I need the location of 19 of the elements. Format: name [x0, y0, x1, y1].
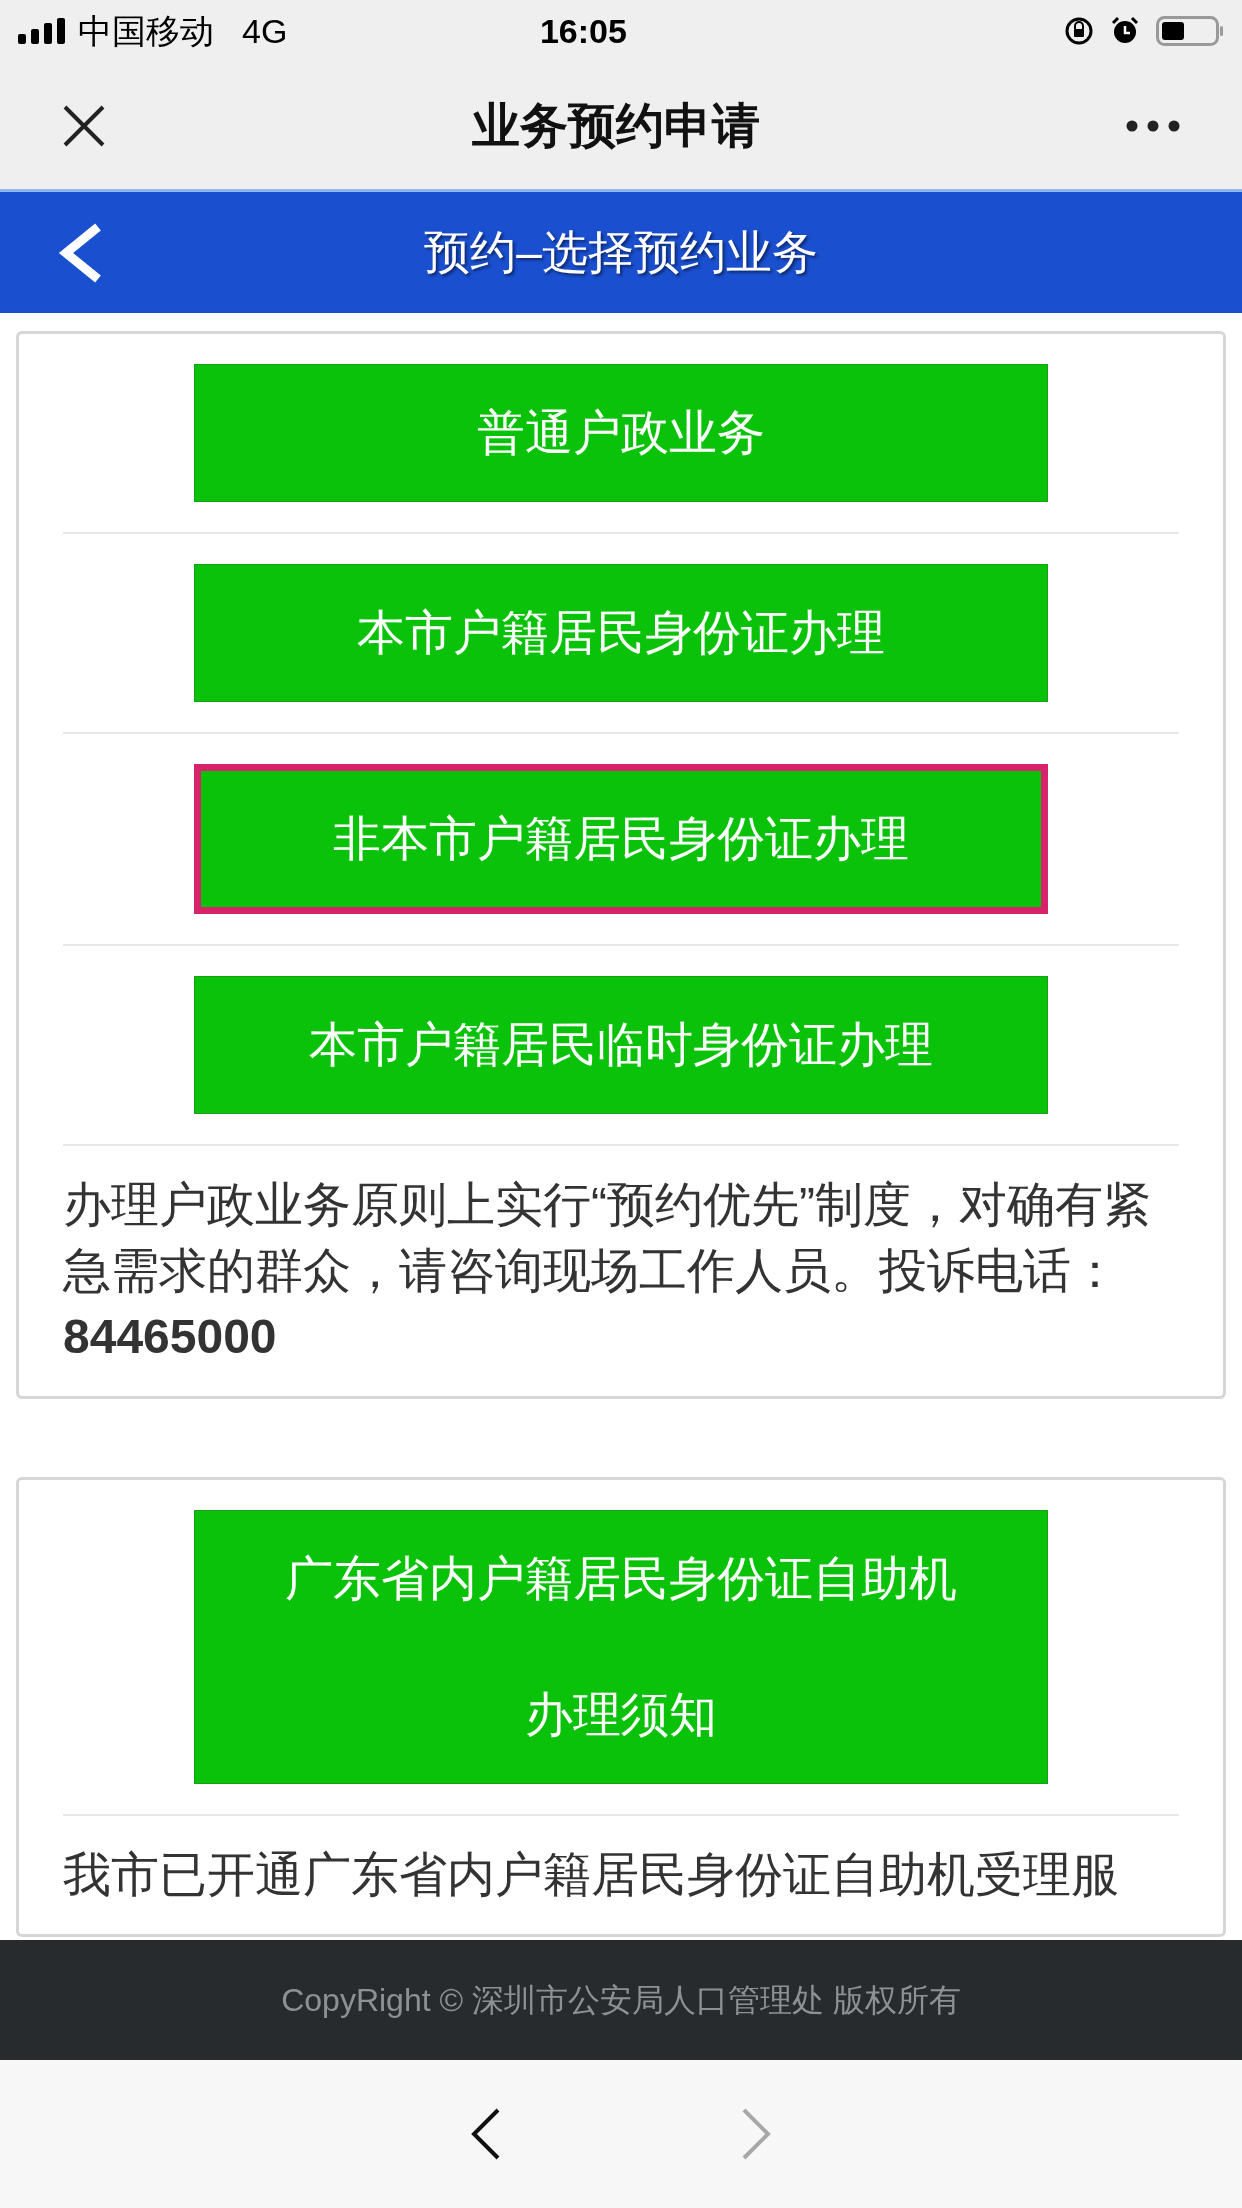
signal-icon — [18, 18, 68, 44]
service-button[interactable]: 非本市户籍居民身份证办理 — [194, 764, 1048, 914]
notice-text: 我市已开通广东省内户籍居民身份证自助机受理服 — [63, 1847, 1120, 1903]
service-button[interactable]: 普通户政业务 — [194, 364, 1048, 502]
service-button[interactable]: 广东省内户籍居民身份证自助机办理须知 — [194, 1510, 1048, 1784]
service-button[interactable]: 本市户籍居民临时身份证办理 — [194, 976, 1048, 1114]
alarm-icon — [1110, 16, 1140, 46]
clock: 16:05 — [538, 10, 628, 52]
close-icon[interactable] — [62, 103, 106, 148]
network-type: 4G — [242, 10, 288, 52]
page-title: 业务预约申请 — [471, 97, 761, 154]
header-title: 预约–选择预约业务 — [423, 225, 819, 280]
notice-text: 办理户政业务原则上实行“预约优先”制度，对确有紧急需求的群众，请咨询现场工作人员。投诉电话：84465000 — [63, 1177, 1152, 1365]
carrier-name: 中国移动 — [78, 10, 214, 52]
battery-icon — [1156, 16, 1224, 46]
service-button[interactable]: 本市户籍居民身份证办理 — [194, 564, 1048, 702]
more-icon[interactable] — [1126, 119, 1180, 132]
copyright-text: CopyRight © 深圳市公安局人口管理处 版权所有 — [281, 1981, 961, 2020]
rotation-lock-icon — [1064, 16, 1094, 46]
